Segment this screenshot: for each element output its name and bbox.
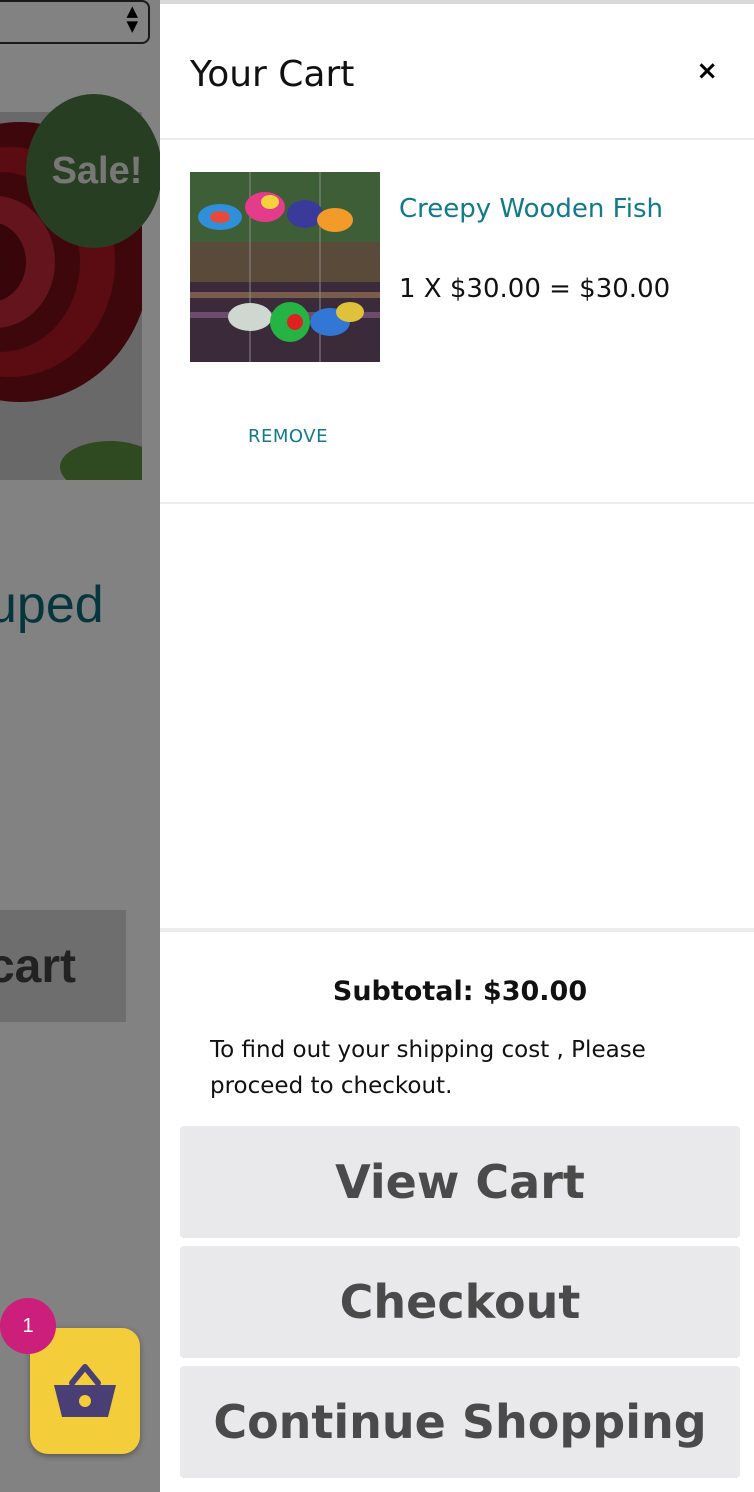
- item-name-link[interactable]: Creepy Wooden Fish: [399, 194, 663, 224]
- item-thumbnail[interactable]: [190, 172, 380, 362]
- continue-shopping-button[interactable]: Continue Shopping: [180, 1366, 740, 1478]
- subtotal-label: Subtotal:: [332, 976, 474, 1007]
- item-quantity-price: 1 X $30.00 = $30.00: [399, 274, 671, 304]
- cart-title: Your Cart: [190, 54, 355, 95]
- remove-item-link[interactable]: REMOVE: [248, 426, 328, 447]
- subtotal-value: $30.00: [482, 976, 588, 1007]
- cart-drawer: Your Cart × Creepy Wooden Fish 1 X $30.0…: [160, 0, 754, 1492]
- cart-header: Your Cart ×: [160, 4, 754, 140]
- dim-overlay[interactable]: [0, 0, 160, 1492]
- view-cart-button[interactable]: View Cart: [180, 1126, 740, 1238]
- checkout-button[interactable]: Checkout: [180, 1246, 740, 1358]
- cart-item: Creepy Wooden Fish 1 X $30.00 = $30.00 R…: [160, 140, 754, 504]
- shipping-note: To find out your shipping cost , Please …: [210, 1037, 646, 1099]
- close-icon[interactable]: ×: [696, 56, 718, 86]
- subtotal: Subtotal: $30.00: [160, 976, 754, 1007]
- basket-icon: [54, 1364, 116, 1417]
- cart-footer: Subtotal: $30.00 To find out your shippi…: [160, 928, 754, 1492]
- cart-count-badge: 1: [0, 1298, 56, 1354]
